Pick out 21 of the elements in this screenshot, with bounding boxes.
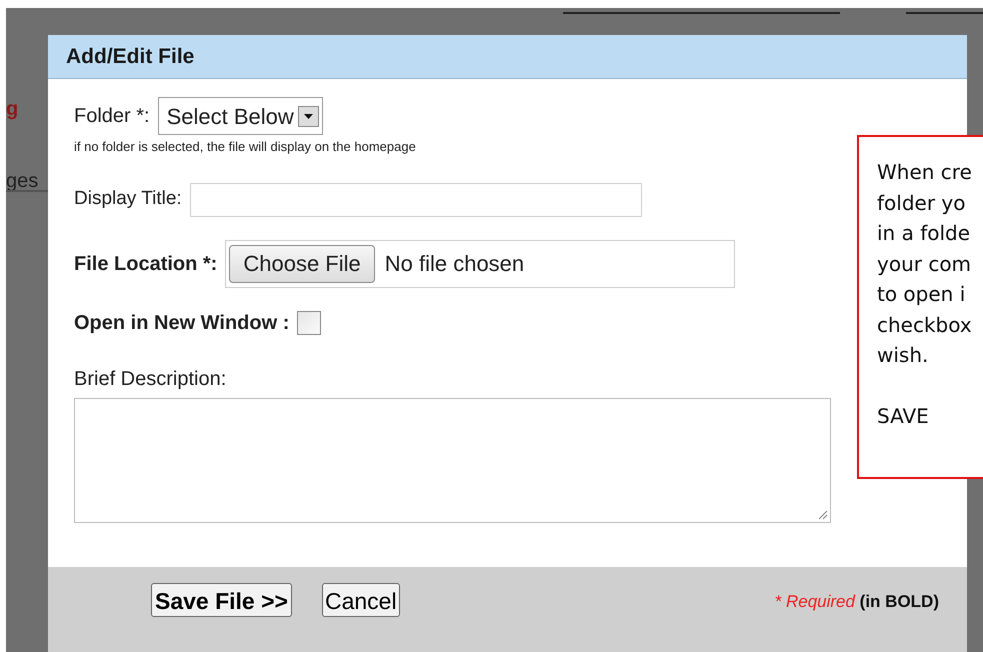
choose-file-button[interactable]: Choose File [229, 244, 375, 282]
description-textarea[interactable] [74, 398, 831, 522]
field-label: Brief Description: [74, 366, 228, 392]
dialog-title: Add/Edit File [66, 44, 194, 70]
callout-text: When cre folder yo in a folde your com to open i checkbox wish. [877, 159, 973, 369]
file-status-text: No file chosen [384, 250, 524, 278]
text-input[interactable] [190, 182, 642, 216]
cancel-button[interactable]: Cancel [322, 583, 400, 617]
field-label: Open in New Window : [74, 310, 290, 336]
resize-grip-icon [817, 508, 828, 520]
callout-text: SAVE [877, 403, 930, 430]
required-note: * Required (in BOLD) [774, 591, 939, 613]
field-label: Display Title: [74, 187, 182, 212]
hint-text: if no folder is selected, the file will display on the homepage [74, 138, 417, 156]
side-text: ges [6, 169, 38, 194]
field-label: Folder *: [74, 104, 150, 129]
save-file-button[interactable]: Save File >> [151, 583, 292, 617]
file-field[interactable]: Choose File No file chosen [225, 240, 736, 288]
field-label: File Location *: [74, 252, 218, 276]
checkbox[interactable] [297, 310, 322, 334]
folder-dropdown[interactable]: Select Below [158, 97, 323, 135]
